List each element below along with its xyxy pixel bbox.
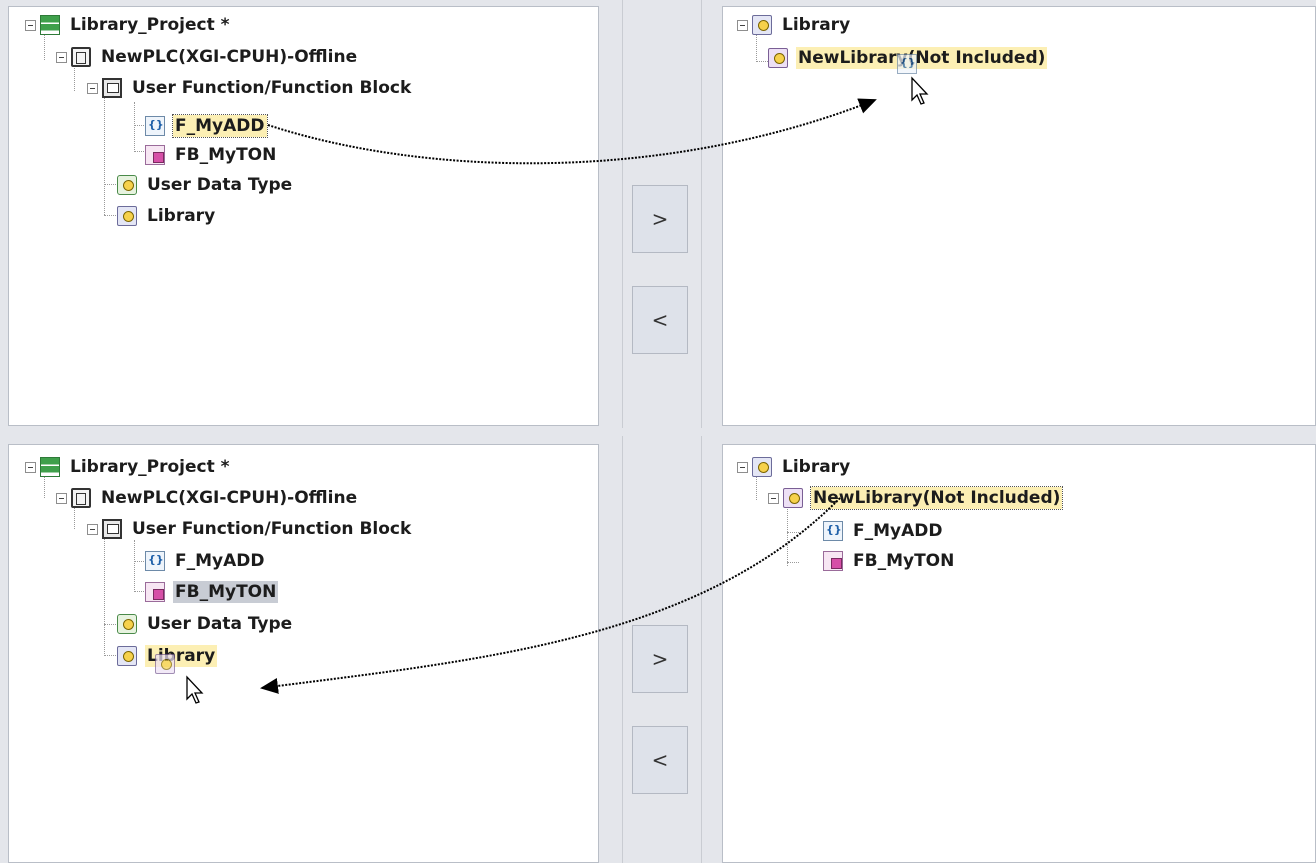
function-icon xyxy=(823,521,843,541)
tree-connector xyxy=(104,184,116,185)
tree-node-f-myadd[interactable]: F_MyADD xyxy=(823,518,945,544)
collapse-toggle-icon[interactable] xyxy=(56,492,67,504)
project-icon xyxy=(40,15,60,35)
function-block-icon xyxy=(145,145,165,165)
plc-icon xyxy=(71,47,91,67)
function-icon xyxy=(145,116,165,136)
tree-node-new-library[interactable]: NewLibrary(Not Included) xyxy=(768,485,1064,511)
collapse-toggle-icon[interactable] xyxy=(87,523,98,535)
collapse-toggle-icon[interactable] xyxy=(737,19,748,31)
user-data-type-label: User Data Type xyxy=(147,175,293,195)
remove-from-library-button[interactable]: < xyxy=(632,286,688,354)
tree-node-f-myadd[interactable]: F_MyADD xyxy=(145,113,268,139)
divider xyxy=(622,0,623,428)
collapse-toggle-icon[interactable] xyxy=(25,461,36,473)
library-label: Library xyxy=(147,206,216,226)
tree-connector xyxy=(134,102,135,150)
tree-node-fb-myton[interactable]: FB_MyTON xyxy=(145,142,278,168)
tree-connector xyxy=(104,655,116,656)
add-to-library-button[interactable]: > xyxy=(632,625,688,693)
project-icon xyxy=(40,457,60,477)
collapse-toggle-icon[interactable] xyxy=(87,82,98,94)
tree-connector xyxy=(134,151,144,152)
plc-label: NewPLC(XGI-CPUH)-Offline xyxy=(101,47,358,67)
library-icon xyxy=(117,206,137,226)
library-icon xyxy=(752,457,772,477)
library-icon xyxy=(117,646,137,666)
drag-ghost-icon xyxy=(155,654,175,674)
function-block-icon xyxy=(823,551,843,571)
divider xyxy=(701,0,702,428)
tree-node-user-data-type[interactable]: User Data Type xyxy=(117,611,294,637)
tree-node-function-folder[interactable]: User Function/Function Block xyxy=(87,75,413,101)
tree-connector xyxy=(134,561,144,562)
project-label: Library_Project * xyxy=(70,15,230,35)
function-label: F_MyADD xyxy=(175,551,265,571)
tree-connector xyxy=(134,125,144,126)
add-to-library-button[interactable]: > xyxy=(632,185,688,253)
top-right-tree-panel: Library NewLibrary(Not Included) xyxy=(722,6,1316,426)
new-library-icon xyxy=(768,48,788,68)
folder-label: User Function/Function Block xyxy=(132,519,412,539)
tree-connector xyxy=(787,532,799,533)
tree-node-user-data-type[interactable]: User Data Type xyxy=(117,172,294,198)
tree-node-function-folder[interactable]: User Function/Function Block xyxy=(87,516,413,542)
plc-label: NewPLC(XGI-CPUH)-Offline xyxy=(101,488,358,508)
collapse-toggle-icon[interactable] xyxy=(737,461,748,473)
tree-node-project[interactable]: Library_Project * xyxy=(25,454,232,480)
tree-node-library[interactable]: Library xyxy=(117,203,217,229)
new-library-label: NewLibrary(Not Included) xyxy=(796,47,1048,69)
tree-connector xyxy=(134,540,135,592)
collapse-toggle-icon[interactable] xyxy=(25,19,36,31)
folder-icon xyxy=(102,78,122,98)
top-left-tree-panel: Library_Project * NewPLC(XGI-CPUH)-Offli… xyxy=(8,6,599,426)
plc-icon xyxy=(71,488,91,508)
tree-node-project[interactable]: Library_Project * xyxy=(25,12,232,38)
function-label: F_MyADD xyxy=(172,114,268,138)
tree-connector xyxy=(787,509,788,566)
tree-node-f-myadd[interactable]: F_MyADD xyxy=(145,548,267,574)
tree-connector xyxy=(134,591,144,592)
tree-node-fb-myton[interactable]: FB_MyTON xyxy=(145,579,279,605)
tree-connector xyxy=(787,562,799,563)
function-block-label: FB_MyTON xyxy=(853,551,955,571)
library-root-label: Library xyxy=(782,15,851,35)
user-data-type-icon xyxy=(117,614,137,634)
collapse-toggle-icon[interactable] xyxy=(768,492,779,504)
tree-connector xyxy=(104,530,105,656)
tree-node-fb-myton[interactable]: FB_MyTON xyxy=(823,548,956,574)
function-block-label: FB_MyTON xyxy=(173,581,279,603)
tree-node-plc[interactable]: NewPLC(XGI-CPUH)-Offline xyxy=(56,44,359,70)
function-icon xyxy=(145,551,165,571)
tree-node-plc[interactable]: NewPLC(XGI-CPUH)-Offline xyxy=(56,485,359,511)
function-label: F_MyADD xyxy=(853,521,943,541)
project-label: Library_Project * xyxy=(70,457,230,477)
bottom-right-tree-panel: Library NewLibrary(Not Included) F_MyADD… xyxy=(722,444,1316,863)
tree-connector xyxy=(104,215,116,216)
bottom-left-tree-panel: Library_Project * NewPLC(XGI-CPUH)-Offli… xyxy=(8,444,599,863)
tree-connector xyxy=(104,624,116,625)
library-icon xyxy=(752,15,772,35)
library-root-label: Library xyxy=(782,457,851,477)
function-block-icon xyxy=(145,582,165,602)
tree-connector xyxy=(756,61,768,62)
new-library-label: NewLibrary(Not Included) xyxy=(809,486,1064,510)
folder-icon xyxy=(102,519,122,539)
folder-label: User Function/Function Block xyxy=(132,78,412,98)
user-data-type-label: User Data Type xyxy=(147,614,293,634)
user-data-type-icon xyxy=(117,175,137,195)
divider xyxy=(622,436,623,863)
drag-ghost-icon xyxy=(897,54,917,74)
tree-connector xyxy=(104,92,105,215)
tree-node-library-root[interactable]: Library xyxy=(737,454,852,480)
remove-from-library-button[interactable]: < xyxy=(632,726,688,794)
collapse-toggle-icon[interactable] xyxy=(56,51,67,63)
tree-node-library-root[interactable]: Library xyxy=(737,12,852,38)
divider xyxy=(701,436,702,863)
function-block-label: FB_MyTON xyxy=(175,145,277,165)
new-library-icon xyxy=(783,488,803,508)
